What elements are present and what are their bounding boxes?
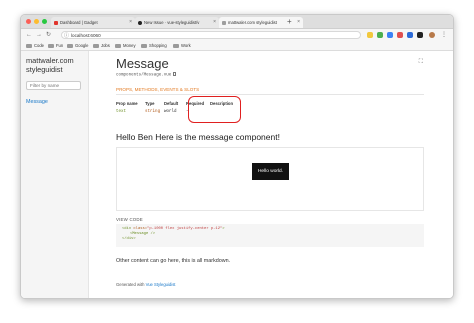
site-info-icon[interactable]: ⓘ: [64, 32, 69, 40]
tab-props-methods-events-slots[interactable]: PROPS, METHODS, EVENTS & SLOTS: [116, 87, 199, 92]
page-content: mattwaler.com styleguidist Message Messa…: [21, 51, 453, 298]
table-cell-type: string: [145, 110, 161, 114]
brand-title[interactable]: mattwaler.com styleguidist: [26, 56, 88, 74]
avatar[interactable]: [429, 32, 435, 38]
bookmark-star-icon[interactable]: [367, 32, 373, 38]
address-bar[interactable]: ⓘ localhost:6060: [61, 31, 361, 39]
window-controls: [26, 19, 47, 24]
maximize-window-button[interactable]: [42, 19, 47, 24]
filter-input[interactable]: [26, 81, 81, 90]
back-icon[interactable]: ←: [26, 30, 32, 40]
close-tab-icon[interactable]: ×: [213, 17, 216, 28]
bookmark-money[interactable]: Money: [115, 41, 136, 50]
divider: [116, 94, 424, 95]
message-component: Hello world.: [252, 163, 289, 180]
folder-icon: [141, 43, 147, 48]
open-isolated-icon[interactable]: ⛶: [419, 59, 423, 66]
sidebar-item-message[interactable]: Message: [26, 99, 48, 105]
bookmark-shopping[interactable]: Shopping: [141, 41, 167, 50]
styleguidist-link[interactable]: Vue Styleguidist: [146, 282, 176, 287]
table-cell-prop: text: [116, 110, 127, 114]
tab-title: Dashboard | Gadget: [60, 20, 98, 25]
reload-icon[interactable]: ↻: [46, 30, 51, 40]
tab-bar: Dashboard | Gadget × New Issue · vue-sty…: [21, 15, 453, 29]
highlight-annotation: [188, 96, 241, 123]
table-header-prop-name: Prop name: [116, 101, 138, 106]
forward-icon[interactable]: →: [36, 30, 42, 40]
tab-title: mattwaler.com styleguidist: [228, 20, 277, 25]
close-tab-icon[interactable]: ×: [129, 17, 132, 28]
github-favicon-icon: [138, 20, 142, 25]
bookmark-fun[interactable]: Fun: [48, 41, 63, 50]
bookmarks-bar: Code Fun Google Jobs Money Shopping Work: [21, 41, 453, 51]
table-cell-default: world: [164, 110, 177, 114]
folder-icon: [93, 43, 99, 48]
folder-icon: [26, 43, 32, 48]
minimize-window-button[interactable]: [34, 19, 39, 24]
table-header-type: Type: [145, 101, 155, 106]
folder-icon: [173, 43, 179, 48]
main-content: Message ⛶ components/Message.vue PROPS, …: [88, 51, 453, 298]
bookmark-code[interactable]: Code: [26, 41, 44, 50]
code-block[interactable]: <div class="p-1000 flex justify-center p…: [116, 224, 424, 247]
footer: Generated with Vue Styleguidist: [116, 282, 176, 287]
close-tab-icon[interactable]: ×: [297, 17, 300, 28]
menu-icon[interactable]: ⋮: [441, 30, 447, 40]
code-line: </div>: [122, 236, 136, 241]
browser-window: Dashboard | Gadget × New Issue · vue-sty…: [20, 14, 454, 299]
component-path: components/Message.vue: [116, 72, 177, 78]
new-tab-button[interactable]: +: [287, 15, 292, 28]
bookmark-google[interactable]: Google: [67, 41, 89, 50]
sidebar: mattwaler.com styleguidist Message: [21, 51, 89, 298]
table-header-default: Default: [164, 101, 179, 106]
extension-icon[interactable]: [377, 32, 383, 38]
gadget-favicon-icon: [54, 20, 58, 25]
extension-icon[interactable]: [417, 32, 423, 38]
view-code-button[interactable]: VIEW CODE: [116, 217, 143, 222]
extension-icon[interactable]: [397, 32, 403, 38]
close-window-button[interactable]: [26, 19, 31, 24]
tab-dashboard[interactable]: Dashboard | Gadget ×: [51, 17, 135, 28]
message-heading: Hello Ben Here is the message component!: [116, 132, 280, 142]
extension-icon[interactable]: [407, 32, 413, 38]
browser-toolbar: ← → ↻ ⓘ localhost:6060 ⋮: [21, 29, 453, 41]
markdown-text: Other content can go here, this is all m…: [116, 258, 231, 264]
tab-new-issue[interactable]: New Issue · vue-styleguidist/v ×: [135, 17, 219, 28]
copy-icon[interactable]: [173, 72, 177, 76]
extension-icon[interactable]: [387, 32, 393, 38]
folder-icon: [48, 43, 54, 48]
folder-icon: [115, 43, 121, 48]
page-favicon-icon: [222, 20, 226, 25]
folder-icon: [67, 43, 73, 48]
tab-title: New Issue · vue-styleguidist/v: [144, 20, 200, 25]
bookmark-jobs[interactable]: Jobs: [93, 41, 110, 50]
bookmark-work[interactable]: Work: [173, 41, 191, 50]
address-url: localhost:6060: [71, 33, 101, 38]
component-preview: Hello world.: [116, 147, 424, 211]
page-title[interactable]: Message: [116, 56, 169, 71]
